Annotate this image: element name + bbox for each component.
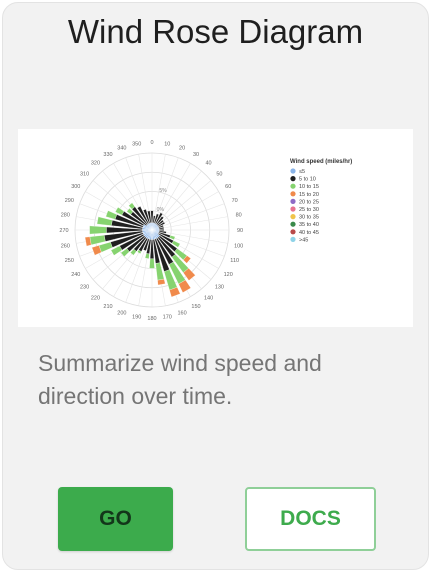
angle-label: 0	[150, 140, 153, 146]
angle-label: 80	[236, 213, 242, 219]
legend-swatch	[290, 168, 296, 174]
docs-button[interactable]: DOCS	[245, 487, 376, 551]
angle-label: 320	[91, 161, 100, 167]
legend-label: 5 to 10	[299, 177, 316, 183]
legend-label: 10 to 15	[299, 184, 319, 190]
angle-label: 310	[80, 171, 89, 177]
legend-label: ≤5	[299, 169, 305, 175]
angle-label: 20	[179, 145, 185, 151]
angle-label: 330	[103, 152, 112, 158]
rose-bar-segment	[89, 225, 107, 235]
legend-swatch	[290, 176, 296, 182]
rose-bar-segment	[157, 278, 166, 286]
angle-label: 170	[163, 315, 172, 321]
angle-label: 90	[237, 228, 243, 234]
angle-label: 130	[215, 285, 224, 291]
legend-label: 35 to 40	[299, 222, 319, 228]
card-description: Summarize wind speed and direction over …	[38, 350, 322, 409]
legend-title: Wind speed (miles/hr)	[290, 159, 352, 165]
rose-bar-segment	[144, 253, 150, 259]
rose-bar-segment	[96, 216, 113, 226]
angle-label: 70	[232, 198, 238, 204]
angle-label: 220	[91, 295, 100, 301]
legend-swatch	[290, 229, 296, 235]
legend-swatch	[290, 221, 296, 227]
angle-label: 300	[71, 184, 80, 190]
rose-bar-segment	[89, 235, 106, 246]
angle-label: 270	[59, 228, 68, 234]
angle-label: 140	[204, 295, 213, 301]
angle-label: 230	[80, 285, 89, 291]
angle-label: 340	[117, 145, 126, 151]
angle-label: 100	[234, 243, 243, 249]
go-button[interactable]: GO	[58, 487, 173, 551]
speed-legend: Wind speed (miles/hr) ≤5 5 to 1010 to 15 15…	[290, 159, 352, 243]
legend-label: 20 to 25	[299, 199, 319, 205]
angle-label: 50	[216, 171, 222, 177]
angle-label: 30	[193, 152, 199, 158]
angle-label: 350	[132, 141, 141, 147]
legend-swatch	[290, 214, 296, 220]
angle-label: 150	[191, 304, 200, 310]
legend-label: 15 to 20	[299, 192, 319, 198]
angle-label: 120	[224, 272, 233, 278]
angle-label: 240	[71, 272, 80, 278]
rose-bar-segment	[149, 258, 155, 269]
angle-label: 290	[65, 198, 74, 204]
legend-label: 40 to 45	[299, 230, 319, 236]
angle-label: 40	[206, 161, 212, 167]
angle-label: 250	[65, 258, 74, 264]
legend-label: 25 to 30	[299, 207, 319, 213]
angle-label: 210	[103, 304, 112, 310]
angle-label: 200	[117, 311, 126, 317]
radial-label: 0%	[157, 207, 165, 213]
legend-swatch	[290, 236, 296, 242]
angle-label: 190	[132, 315, 141, 321]
wind-rose-chart: 0 10 20 30 40 50 60 70 80 90 100 110 120 130140 150 160…	[59, 140, 352, 322]
angle-label: 60	[225, 184, 231, 190]
wind-rose-thumbnail: 0 10 20 30 40 50 60 70 80 90 100 110 120 130 140 150 160…	[18, 129, 413, 327]
angle-label: 110	[230, 258, 239, 264]
wind-rose-bars	[84, 202, 196, 298]
legend-swatch	[290, 206, 296, 212]
legend-label: 30 to 35	[299, 215, 319, 221]
wind-rose-card: Wind Rose Diagram 0 10 20 30 40 50 60 70 80 90 100…	[2, 2, 429, 570]
radial-label: 5%	[159, 188, 167, 194]
legend-swatch	[290, 183, 296, 189]
angle-label: 280	[61, 213, 70, 219]
card-title: Wind Rose Diagram	[67, 13, 364, 50]
rose-bar-segment	[159, 229, 165, 231]
angle-label: 10	[164, 141, 170, 147]
legend-swatch	[290, 198, 296, 204]
legend-label: >45	[299, 237, 308, 243]
angle-label: 160	[178, 311, 187, 317]
angle-label: 260	[61, 243, 70, 249]
angle-label: 180	[147, 316, 156, 322]
legend-swatch	[290, 191, 296, 197]
